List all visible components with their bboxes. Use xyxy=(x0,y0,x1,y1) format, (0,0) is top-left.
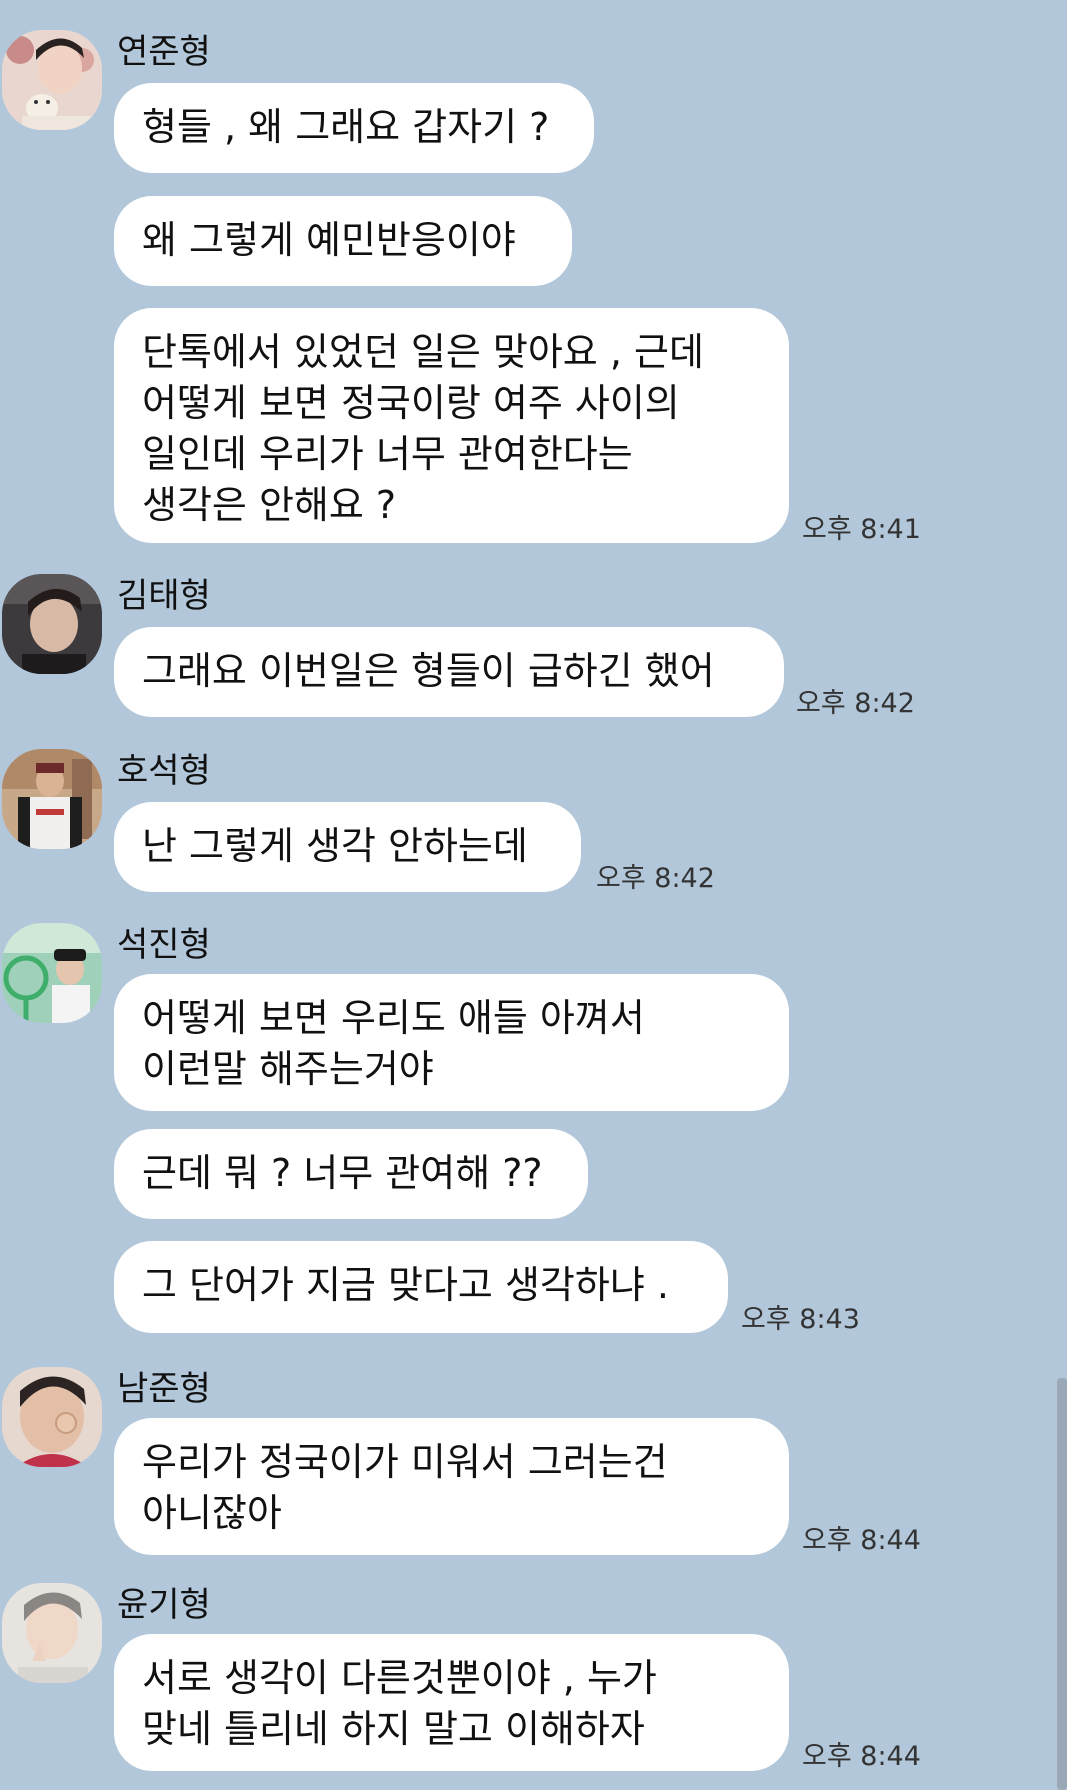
sender-name: 연준형 xyxy=(117,32,211,72)
sender-name: 윤기형 xyxy=(117,1585,211,1625)
sender-name: 남준형 xyxy=(117,1369,211,1409)
message-text: 단톡에서 있었던 일은 맞아요 , 근데 xyxy=(142,330,704,374)
profile-photo-yeonjun-icon xyxy=(2,30,102,130)
message-text: 우리가 정국이가 미워서 그러는건 xyxy=(142,1440,668,1484)
message-text: 맞네 틀리네 하지 말고 이해하자 xyxy=(142,1707,645,1751)
chat-room[interactable]: 연준형 형들 , 왜 그래요 갑자기 ? 왜 그렇게 예민반응이야 단톡에서 있… xyxy=(0,0,1067,1790)
sender-name: 호석형 xyxy=(117,751,211,791)
timestamp: 오후 8:41 xyxy=(802,514,921,545)
message-text: 어떻게 보면 정국이랑 여주 사이의 xyxy=(142,381,680,425)
timestamp: 오후 8:42 xyxy=(796,688,915,719)
profile-photo-namjoon-icon xyxy=(2,1367,102,1467)
timestamp: 오후 8:44 xyxy=(802,1741,921,1772)
message-text: 형들 , 왜 그래요 갑자기 ? xyxy=(142,105,550,149)
timestamp: 오후 8:43 xyxy=(741,1304,860,1335)
message-bubble[interactable]: 왜 그렇게 예민반응이야 xyxy=(114,196,572,286)
message-bubble[interactable]: 근데 뭐 ? 너무 관여해 ?? xyxy=(114,1129,588,1219)
avatar[interactable] xyxy=(2,1583,102,1683)
avatar[interactable] xyxy=(2,749,102,849)
message-text: 어떻게 보면 우리도 애들 아껴서 xyxy=(142,996,645,1040)
scrollbar[interactable] xyxy=(1057,1378,1067,1790)
avatar[interactable] xyxy=(2,30,102,130)
profile-photo-taehyung-icon xyxy=(2,574,102,674)
timestamp: 오후 8:44 xyxy=(802,1525,921,1556)
profile-photo-hoseok-icon xyxy=(2,749,102,849)
message-bubble[interactable]: 난 그렇게 생각 안하는데 xyxy=(114,802,581,892)
message-bubble[interactable]: 단톡에서 있었던 일은 맞아요 , 근데 어떻게 보면 정국이랑 여주 사이의 … xyxy=(114,308,789,543)
message-text: 서로 생각이 다른것뿐이야 , 누가 xyxy=(142,1656,657,1700)
message-text: 그 단어가 지금 맞다고 생각하냐 . xyxy=(142,1263,669,1307)
timestamp: 오후 8:42 xyxy=(596,863,715,894)
message-text: 이런말 해주는거야 xyxy=(142,1047,434,1091)
message-bubble[interactable]: 우리가 정국이가 미워서 그러는건 아니잖아 xyxy=(114,1418,789,1555)
message-text: 생각은 안해요 ? xyxy=(142,483,397,527)
message-text: 난 그렇게 생각 안하는데 xyxy=(142,824,528,868)
message-text: 근데 뭐 ? 너무 관여해 ?? xyxy=(142,1151,543,1195)
message-bubble[interactable]: 형들 , 왜 그래요 갑자기 ? xyxy=(114,83,594,173)
message-bubble[interactable]: 서로 생각이 다른것뿐이야 , 누가 맞네 틀리네 하지 말고 이해하자 xyxy=(114,1634,789,1771)
avatar[interactable] xyxy=(2,923,102,1023)
profile-photo-yoongi-icon xyxy=(2,1583,102,1683)
message-text: 아니잖아 xyxy=(142,1491,282,1535)
sender-name: 석진형 xyxy=(117,925,211,965)
sender-name: 김태형 xyxy=(117,576,211,616)
message-text: 왜 그렇게 예민반응이야 xyxy=(142,218,516,262)
message-bubble[interactable]: 어떻게 보면 우리도 애들 아껴서 이런말 해주는거야 xyxy=(114,974,789,1111)
avatar[interactable] xyxy=(2,574,102,674)
message-text: 일인데 우리가 너무 관여한다는 xyxy=(142,432,633,476)
message-bubble[interactable]: 그래요 이번일은 형들이 급하긴 했어 xyxy=(114,627,784,717)
profile-photo-seokjin-icon xyxy=(2,923,102,1023)
message-text: 그래요 이번일은 형들이 급하긴 했어 xyxy=(142,649,715,693)
message-bubble[interactable]: 그 단어가 지금 맞다고 생각하냐 . xyxy=(114,1241,728,1333)
avatar[interactable] xyxy=(2,1367,102,1467)
